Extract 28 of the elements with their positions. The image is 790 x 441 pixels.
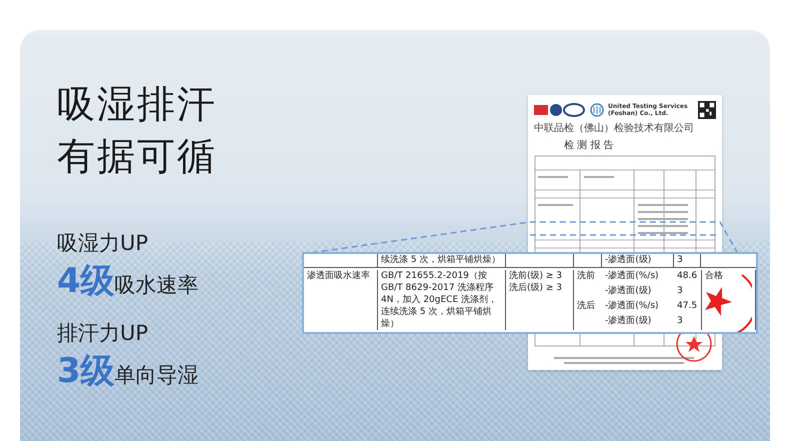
table-cell-text: -渗透面(级) [604,285,652,298]
table-cell-text: 洗后 [576,300,596,313]
feature-description: 单向导湿 [114,362,199,389]
table-cell-text: -渗透面(%/s) [604,270,660,283]
table-cell: 3 [677,255,683,265]
table-cell-text: -渗透面(%/s) [604,300,660,313]
table-cell-text: 洗前(级) ≥ 3 [509,270,564,282]
table-cell-text: 3 [676,285,684,298]
headline: 吸湿排汗 [57,81,217,128]
company-name: 中联品检（佛山）检验技术有限公司 [534,122,695,135]
table-cell-text: 48.6 [676,270,698,283]
table-cell-text: 洗后(级) ≥ 3 [509,282,564,294]
table-cell-text: 洗前 [576,270,596,283]
table-cell-text: 3 [676,315,684,328]
table-cell-text: GB/T 21655.2-2019（按 GB/T 8629-2017 洗涤程序 4N，加入 20gECE 洗涤剂，连续洗涤 5 次，烘箱平铺烘燥） [381,270,498,330]
table-cell-text: 47.5 [676,300,698,313]
grade-text: 4级 [57,262,115,300]
table-cell: -渗透面(级) [605,255,652,265]
report-title: 检 测 报 告 [564,138,614,152]
table-cell: 渗透面吸水速率 [307,271,370,281]
table-cell: 合格 [705,271,723,281]
feature-title: 吸湿力UP [57,230,148,256]
feature-description: 吸水速率 [114,272,199,299]
headline: 有据可循 [57,133,217,180]
feature-title: 排汗力UP [57,320,148,346]
grade-text: 3级 [57,352,115,390]
table-cell: 续洗涤 5 次，烘箱平铺烘燥） [381,255,500,265]
table-cell-text: -渗透面(级) [604,315,652,328]
